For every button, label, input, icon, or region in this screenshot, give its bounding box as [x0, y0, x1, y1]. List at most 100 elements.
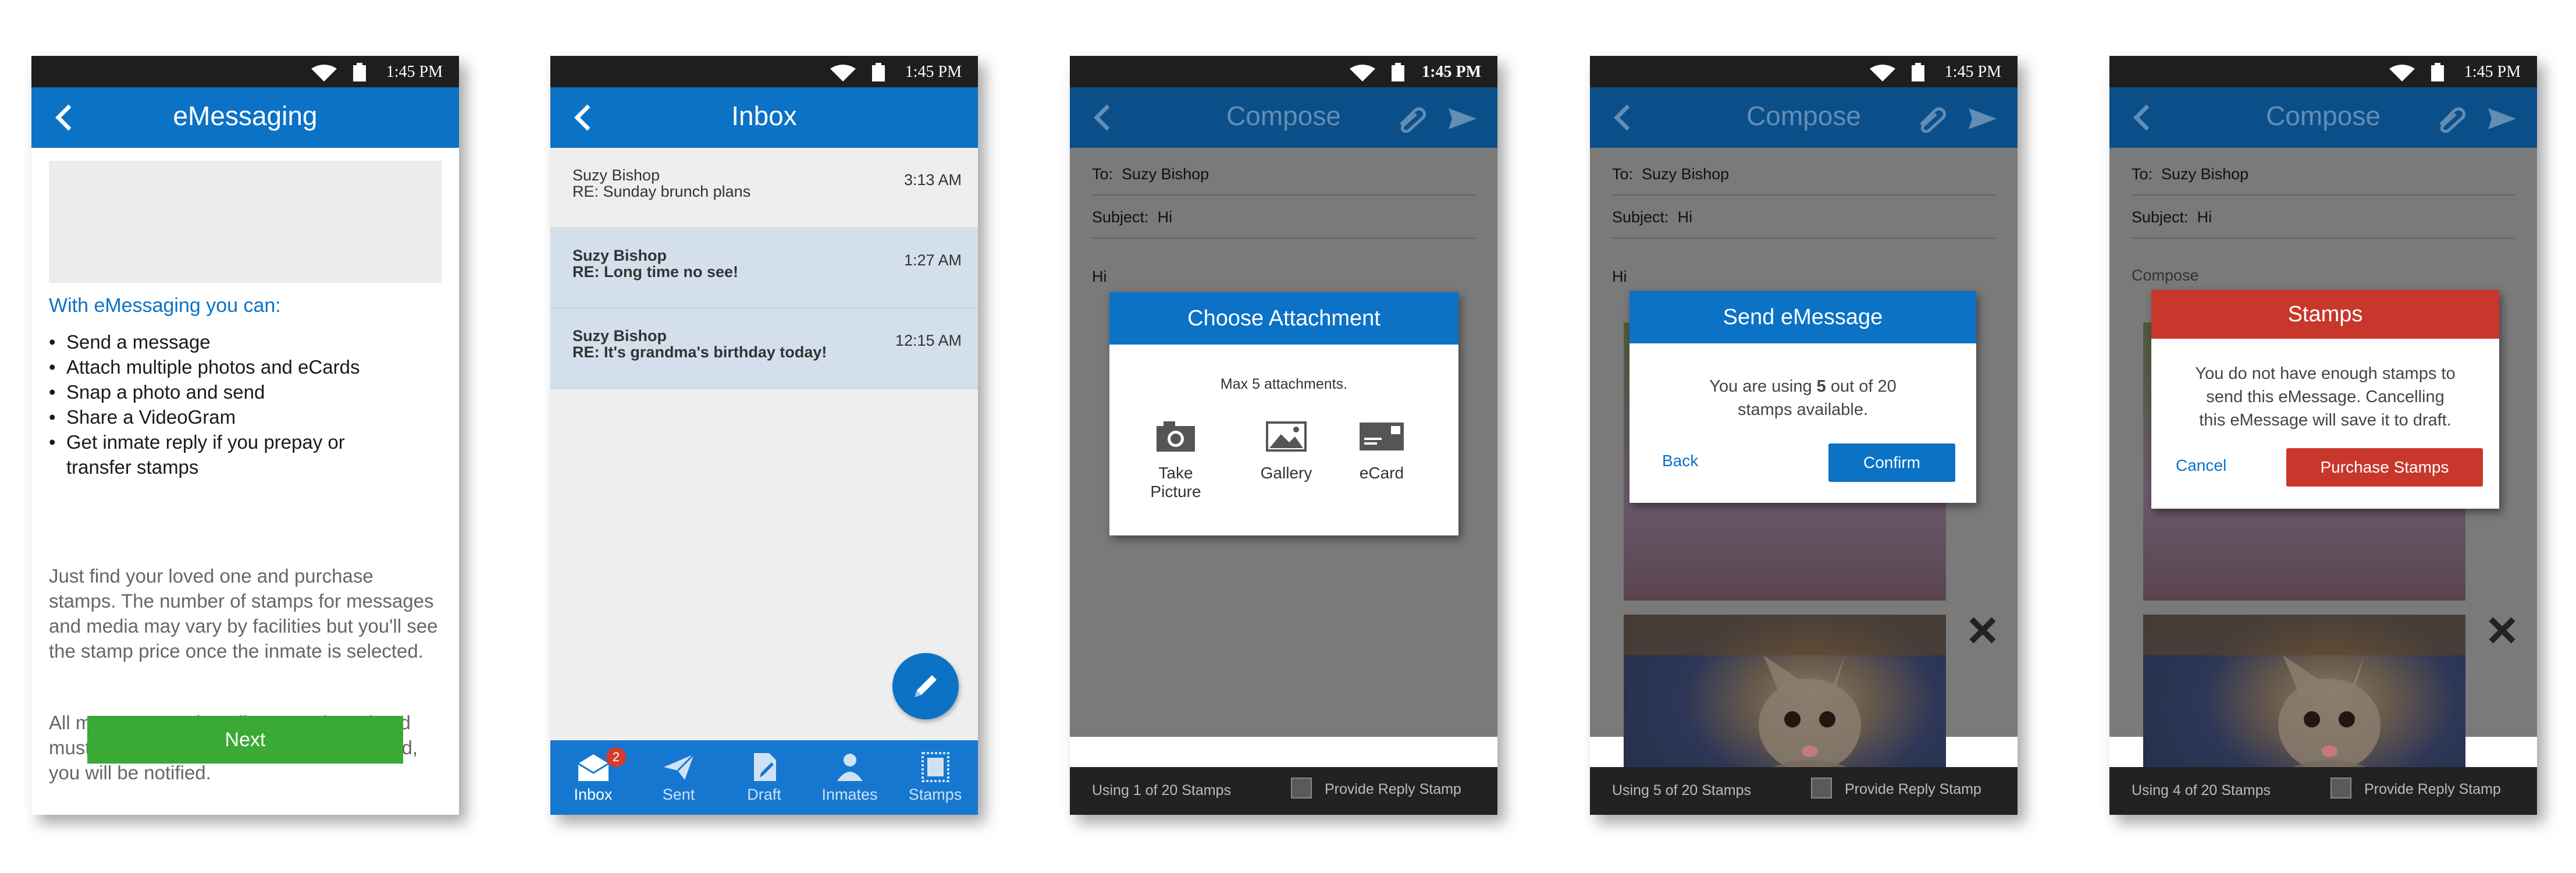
to-label: To:	[2132, 165, 2153, 183]
ecard-option[interactable]: eCard	[1341, 420, 1422, 490]
feature-item: Attach multiple photos and eCards	[49, 354, 450, 379]
tab-label: Stamps	[908, 786, 962, 803]
dialog-title: Send eMessage	[1629, 291, 1976, 343]
inbox-icon	[577, 754, 609, 781]
to-value: Suzy Bishop	[1122, 165, 1209, 183]
dialog-message: You are using 5 out of 20 stamps availab…	[1629, 375, 1976, 421]
option-label: eCard	[1359, 464, 1404, 482]
message-subject: RE: Sunday brunch plans	[572, 183, 751, 200]
screen-compose-attachment: 1:45 PM Compose To: Suzy Bishop Subject:…	[1070, 56, 1497, 815]
app-bar: Compose	[1070, 87, 1497, 148]
page-title: Inbox	[731, 101, 797, 131]
tab-inbox[interactable]: 2 Inbox	[550, 740, 636, 815]
page-title: Compose	[2266, 101, 2381, 131]
message-time: 3:13 AM	[903, 171, 962, 189]
message-time: 12:15 AM	[895, 332, 962, 349]
subject-value: Hi	[1677, 208, 1693, 226]
battery-icon	[1392, 63, 1404, 81]
status-time: 1:45 PM	[905, 63, 962, 81]
next-button[interactable]: Next	[87, 716, 403, 764]
feature-item: Share a VideoGram	[49, 404, 450, 430]
subject-label: Subject:	[2132, 208, 2189, 226]
wifi-icon	[311, 65, 337, 81]
send-icon[interactable]	[2487, 106, 2517, 132]
page-title: Compose	[1746, 101, 1861, 131]
option-label: Take Picture	[1150, 464, 1201, 501]
reply-stamp-checkbox[interactable]	[1291, 778, 1312, 799]
send-icon[interactable]	[1967, 106, 1998, 132]
message-sender: Suzy Bishop	[572, 166, 660, 184]
tab-stamps[interactable]: Stamps	[892, 740, 978, 815]
subject-field[interactable]: Subject: Hi	[1612, 208, 1692, 226]
intro-content: With eMessaging you can: Send a message …	[31, 148, 459, 815]
stamp-icon	[921, 752, 949, 782]
to-field[interactable]: To: Suzy Bishop	[2132, 165, 2248, 183]
status-time: 1:45 PM	[1422, 63, 1481, 81]
to-label: To:	[1612, 165, 1634, 183]
divider	[1092, 194, 1475, 196]
paperclip-icon[interactable]	[1915, 105, 1948, 133]
wifi-icon	[830, 65, 856, 81]
screen-emessaging: 1:45 PM eMessaging With eMessaging you c…	[31, 56, 459, 815]
divider	[2132, 237, 2515, 239]
message-row[interactable]: Suzy Bishop RE: It's grandma's birthday …	[550, 308, 978, 389]
feature-list: Send a message Attach multiple photos an…	[49, 329, 450, 480]
unread-badge: 2	[606, 747, 626, 767]
dialog-message-text: You are using	[1709, 377, 1817, 396]
reply-stamp-label: Provide Reply Stamp	[1845, 781, 1981, 797]
paperclip-icon[interactable]	[1395, 105, 1428, 133]
confirm-button[interactable]: Confirm	[1828, 443, 1955, 482]
to-field[interactable]: To: Suzy Bishop	[1092, 165, 1209, 183]
cancel-button[interactable]: Cancel	[2176, 456, 2226, 475]
message-body[interactable]: Hi	[1092, 268, 1107, 286]
take-picture-option[interactable]: Take Picture	[1135, 420, 1216, 501]
tab-sent[interactable]: Sent	[636, 740, 721, 815]
status-bar: 1:45 PM	[31, 56, 459, 87]
feature-item: Send a message	[49, 329, 450, 354]
tab-draft[interactable]: Draft	[721, 740, 807, 815]
message-subject: RE: Long time no see!	[572, 263, 739, 281]
reply-stamp-checkbox[interactable]	[1811, 778, 1832, 799]
battery-icon	[1912, 63, 1924, 81]
back-button[interactable]: Back	[1662, 452, 1698, 470]
tab-inmates[interactable]: Inmates	[807, 740, 892, 815]
tab-label: Sent	[662, 786, 695, 803]
reply-stamp-checkbox[interactable]	[2331, 778, 2351, 799]
message-body-placeholder[interactable]: Compose	[2132, 267, 2199, 285]
option-label: Gallery	[1260, 464, 1312, 482]
message-row[interactable]: Suzy Bishop RE: Long time no see! 1:27 A…	[550, 228, 978, 308]
message-body[interactable]: Hi	[1612, 268, 1627, 286]
gallery-option[interactable]: Gallery	[1246, 420, 1327, 490]
message-subject: RE: It's grandma's birthday today!	[572, 343, 827, 361]
app-bar: Inbox	[550, 87, 978, 148]
compose-fab-button[interactable]	[892, 653, 959, 719]
subject-field[interactable]: Subject: Hi	[1092, 208, 1172, 226]
dialog-title: Choose Attachment	[1109, 292, 1458, 345]
wifi-icon	[1350, 65, 1375, 81]
divider	[1092, 237, 1475, 239]
draft-document-icon	[753, 753, 776, 781]
to-field[interactable]: To: Suzy Bishop	[1612, 165, 1729, 183]
remove-attachment-icon[interactable]	[2486, 615, 2518, 646]
battery-icon	[353, 63, 366, 81]
intro-lead: With eMessaging you can:	[49, 294, 281, 317]
paperclip-icon[interactable]	[2435, 105, 2467, 133]
purchase-stamps-button[interactable]: Purchase Stamps	[2286, 448, 2483, 487]
status-time: 1:45 PM	[386, 63, 443, 81]
subject-field[interactable]: Subject: Hi	[2132, 208, 2212, 226]
app-bar: Compose	[2109, 87, 2537, 148]
send-icon[interactable]	[1447, 106, 1478, 132]
battery-icon	[2431, 63, 2444, 81]
to-value: Suzy Bishop	[1642, 165, 1730, 183]
status-time: 1:45 PM	[1944, 63, 2001, 81]
page-title: Compose	[1226, 101, 1341, 131]
wifi-icon	[2389, 65, 2415, 81]
tab-label: Draft	[747, 786, 781, 803]
ecard-icon	[1360, 423, 1404, 450]
remove-attachment-icon[interactable]	[1967, 615, 1998, 646]
message-row[interactable]: Suzy Bishop RE: Sunday brunch plans 3:13…	[550, 148, 978, 228]
reply-stamp-label: Provide Reply Stamp	[2364, 781, 2501, 797]
subject-value: Hi	[1157, 208, 1173, 226]
divider	[1612, 237, 1995, 239]
intro-paragraph-stamps: Just find your loved one and purchase st…	[49, 565, 438, 662]
